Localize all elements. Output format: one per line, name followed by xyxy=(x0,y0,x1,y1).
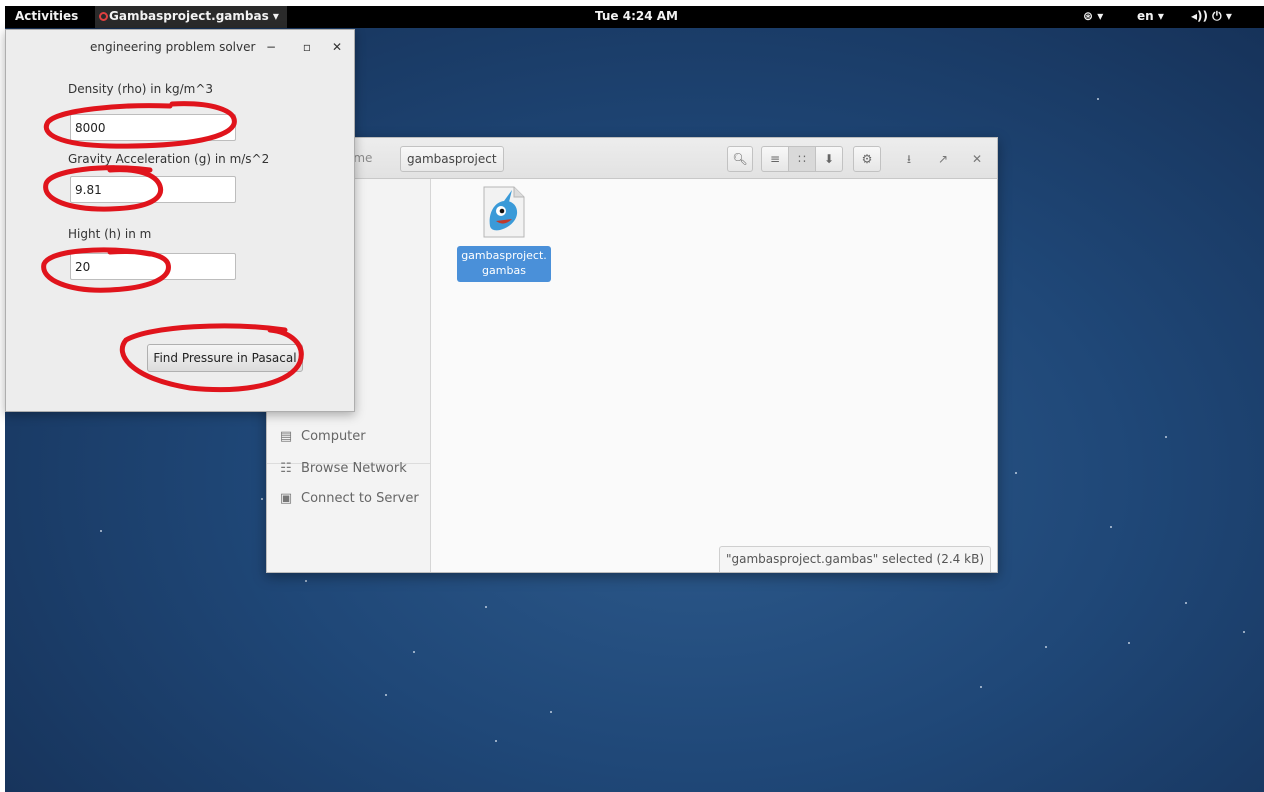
computer-icon: ▤ xyxy=(279,429,293,444)
maximize-icon[interactable]: ▫ xyxy=(298,38,316,56)
gravity-label: Gravity Acceleration (g) in m/s^2 xyxy=(68,152,270,166)
system-menu[interactable]: ◂)) ⏻ ▾ xyxy=(1191,9,1232,24)
sidebar-item-label: Computer xyxy=(301,429,366,444)
accessibility-menu[interactable]: ⊛ ▾ xyxy=(1083,9,1103,23)
status-bar: "gambasproject.gambas" selected (2.4 kB) xyxy=(719,546,991,572)
file-item[interactable]: gambasproject. gambas xyxy=(457,186,551,282)
file-name-label: gambasproject. gambas xyxy=(457,246,551,282)
gear-icon[interactable]: ⚙ xyxy=(853,146,881,172)
density-label: Density (rho) in kg/m^3 xyxy=(68,82,214,96)
maximize-icon[interactable]: ↗ xyxy=(933,146,953,172)
solver-titlebar[interactable]: engineering problem solver − ▫ ✕ xyxy=(6,30,354,64)
network-icon: ☷ xyxy=(280,461,292,476)
sidebar-item-browse-network[interactable]: ☷ Browse Network xyxy=(277,461,407,476)
window-title: engineering problem solver xyxy=(90,40,256,54)
close-icon[interactable]: ✕ xyxy=(967,146,987,172)
sidebar-item-computer[interactable]: ▤ Computer xyxy=(277,429,366,444)
app-menu-label: Gambasproject.gambas xyxy=(109,9,269,23)
minimize-icon[interactable]: − xyxy=(262,38,280,56)
server-icon: ▣ xyxy=(279,491,293,506)
sidebar-item-label: Connect to Server xyxy=(301,491,419,506)
breadcrumb-current[interactable]: gambasproject xyxy=(400,146,504,172)
solver-window: engineering problem solver − ▫ ✕ Density… xyxy=(5,29,355,412)
chevron-down-icon: ▾ xyxy=(272,9,279,23)
sidebar-item-connect-to-server[interactable]: ▣ Connect to Server xyxy=(277,491,419,506)
grid-view-icon[interactable]: ∷ xyxy=(788,146,816,172)
close-icon[interactable]: ✕ xyxy=(328,38,346,56)
height-input[interactable] xyxy=(70,253,236,280)
download-icon[interactable]: ⭳ xyxy=(899,146,919,172)
search-icon[interactable]: 🔍︎ xyxy=(727,146,753,172)
file-manager-headerbar: Home gambasproject 🔍︎ ≡ ∷ ⬇ ⚙ ⭳ ↗ ✕ xyxy=(267,138,997,179)
height-label: Hight (h) in m xyxy=(68,227,152,241)
density-input[interactable] xyxy=(70,114,236,141)
sidebar-item-label: Browse Network xyxy=(301,461,407,476)
file-name-line: gambasproject. xyxy=(461,249,547,262)
file-name-line: gambas xyxy=(482,264,526,277)
gambas-file-icon xyxy=(483,186,525,238)
gambas-app-icon xyxy=(99,12,108,21)
clock[interactable]: Tue 4:24 AM xyxy=(595,9,678,23)
list-view-icon[interactable]: ≡ xyxy=(761,146,789,172)
activities-button[interactable]: Activities xyxy=(15,9,78,23)
find-pressure-button[interactable]: Find Pressure in Pasacal xyxy=(147,344,303,372)
top-bar: Activities Gambasproject.gambas ▾ Tue 4:… xyxy=(5,6,1264,28)
gravity-input[interactable] xyxy=(70,176,236,203)
file-manager-window: Home gambasproject 🔍︎ ≡ ∷ ⬇ ⚙ ⭳ ↗ ✕ ts d… xyxy=(266,137,998,573)
language-menu[interactable]: en ▾ xyxy=(1137,9,1164,23)
app-menu[interactable]: Gambasproject.gambas ▾ xyxy=(95,6,287,28)
view-options-icon[interactable]: ⬇ xyxy=(815,146,843,172)
